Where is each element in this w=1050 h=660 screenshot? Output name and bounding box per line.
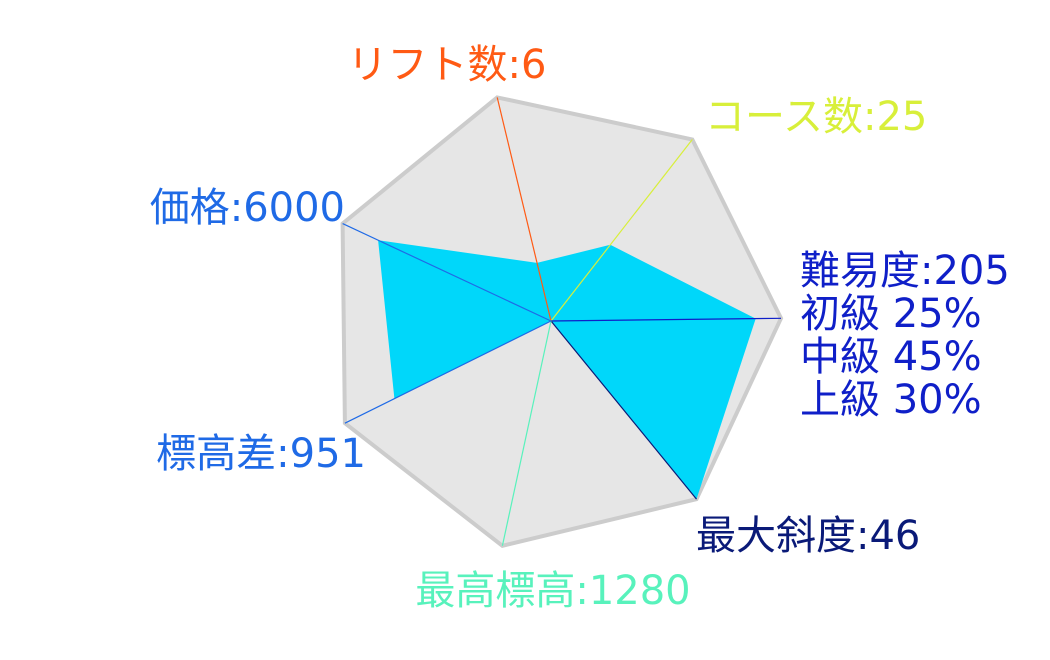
axis-label-5: 最高標高:1280 <box>415 568 690 614</box>
axis-label-4: 最大斜度:46 <box>696 513 920 559</box>
axis-sublabel-3-2: 中級 45% <box>800 334 982 380</box>
axis-sublabel-3-1: 初級 25% <box>800 291 982 337</box>
axis-sublabel-3-3: 上級 30% <box>800 377 982 423</box>
axis-label-2: コース数:25 <box>705 94 927 140</box>
radar-chart: リフト数:6 コース数:25 難易度:205初級 25%中級 45%上級 30% 最大… <box>150 42 1010 614</box>
axis-label-3: 難易度:205 <box>800 248 1010 294</box>
axis-label-1: リフト数:6 <box>348 42 547 88</box>
axis-label-7: 価格:6000 <box>150 185 345 231</box>
axis-label-6: 標高差:951 <box>156 431 366 477</box>
